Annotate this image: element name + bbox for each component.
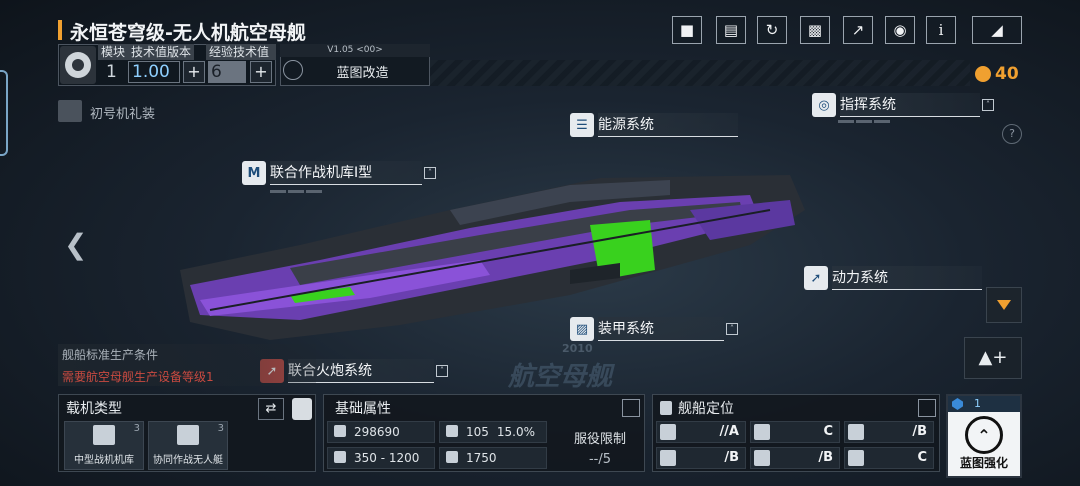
module-gear-icon[interactable] xyxy=(60,46,96,84)
anti-ship-icon xyxy=(660,424,676,440)
carrier-type-title: 载机类型 xyxy=(66,401,122,417)
base-attributes-title: 基础属性 xyxy=(335,401,391,417)
mobility-icon xyxy=(848,450,864,466)
currency-display: 40 xyxy=(975,64,1019,84)
blueprint-modify-icon xyxy=(283,60,303,80)
header-stripe-decoration xyxy=(430,60,970,86)
artillery-upgrade-icon: ˄ xyxy=(436,365,448,377)
ship-title: 永恒苍穹级-无人机航空母舰 xyxy=(70,22,306,44)
defense-shield-icon xyxy=(754,450,770,466)
hp-shield-icon xyxy=(334,425,346,437)
side-drawer-edge[interactable] xyxy=(0,70,8,156)
carrier-label: 协同作战无人艇 xyxy=(153,455,223,466)
coin-icon xyxy=(975,66,991,82)
energy-list-icon: ☰ xyxy=(570,113,594,137)
watermark-ship-type: 航空母舰 xyxy=(508,362,613,392)
service-limit-label: 服役限制 xyxy=(573,432,626,447)
blueprint-version: V1.05 <00> xyxy=(280,44,430,57)
hp-attribute: 298690 xyxy=(327,421,435,443)
module-label: 模块 xyxy=(98,44,129,60)
command-level-bars xyxy=(838,120,890,123)
hangar-module-icon: M xyxy=(242,161,266,185)
armor-shield-icon: ▨ xyxy=(570,317,594,341)
carrier-count: 3 xyxy=(217,423,224,434)
carrier-label: 中型战机机库 xyxy=(74,455,134,466)
armor-system-label[interactable]: ▨ 装甲系统 ˄ xyxy=(570,316,738,342)
ship-role-title: 舰船定位 xyxy=(678,401,734,417)
fighter-hangar-icon xyxy=(93,425,115,445)
speed-attribute: 105 15.0% xyxy=(439,421,547,443)
carrier-count: 3 xyxy=(133,423,140,434)
production-title: 舰船标准生产条件 xyxy=(62,348,159,362)
enhance-count: 1 xyxy=(974,397,981,410)
command-radar-icon: ◎ xyxy=(812,93,836,117)
currency-value: 40 xyxy=(995,64,1019,84)
paint-scheme-icon[interactable] xyxy=(58,100,82,122)
hangar-upgrade-icon: ˄ xyxy=(424,167,436,179)
speed-icon xyxy=(446,425,458,437)
enhance-label: 蓝图强化 xyxy=(959,456,1008,470)
anti-air-icon xyxy=(754,424,770,440)
collapse-triangle-icon xyxy=(997,300,1011,310)
info-icon[interactable]: i xyxy=(926,16,956,44)
power-system-label[interactable]: ➚ 动力系统 xyxy=(804,265,982,291)
warp-icon xyxy=(446,451,458,463)
video-icon[interactable]: ■ xyxy=(672,16,702,44)
enhance-chevron-icon: ⌃ xyxy=(965,416,1003,454)
carrier-card-drone-boat[interactable]: 3 协同作战无人艇 xyxy=(148,421,228,470)
tech-version-label: 技术值版本 xyxy=(128,44,195,60)
shield-filter-icon[interactable] xyxy=(292,398,312,420)
collapse-button[interactable] xyxy=(986,287,1022,323)
paint-scheme-label[interactable]: 初号机礼装 xyxy=(90,103,155,122)
power-engine-icon: ➚ xyxy=(804,266,828,290)
hangar-system-label[interactable]: M 联合作战机库I型 ˄ xyxy=(242,160,436,186)
hangar-level-bars xyxy=(270,190,322,193)
view-icon[interactable]: ◉ xyxy=(885,16,915,44)
exp-tech-value: 6 xyxy=(208,61,246,83)
title-accent-bar xyxy=(58,20,62,40)
attributes-expand-icon[interactable] xyxy=(622,399,640,417)
role-rating-support: /B xyxy=(656,447,746,469)
share-icon[interactable]: ↗ xyxy=(843,16,873,44)
previous-ship-arrow-icon[interactable]: ❮ xyxy=(64,228,87,261)
exp-tech-label: 经验技术值 xyxy=(206,44,276,60)
energy-system-label[interactable]: ☰ 能源系统 xyxy=(570,112,738,138)
role-rating-mobility: C xyxy=(844,447,934,469)
carrier-card-medium-fighter[interactable]: 3 中型战机机库 xyxy=(64,421,144,470)
range-icon xyxy=(334,451,346,463)
warp-attribute: 1750 xyxy=(439,447,547,469)
help-icon[interactable]: ? xyxy=(1002,124,1022,144)
range-attribute: 350 - 1200 xyxy=(327,447,435,469)
paint-spray-icon[interactable]: ▩ xyxy=(800,16,830,44)
module-value: 1 xyxy=(106,62,117,82)
blueprint-list-icon[interactable]: ▤ xyxy=(716,16,746,44)
back-icon[interactable]: ◢ xyxy=(972,16,1022,44)
role-expand-icon[interactable] xyxy=(918,399,936,417)
role-rating-anti-ship: //A xyxy=(656,421,746,443)
add-module-button[interactable]: ▲+ xyxy=(964,337,1022,379)
tech-version-plus-button[interactable]: + xyxy=(183,61,205,83)
role-rating-defense: /B xyxy=(750,447,840,469)
blueprint-modify-label: 蓝图改造 xyxy=(336,66,389,81)
role-rating-anti-air: C xyxy=(750,421,840,443)
exp-tech-plus-button[interactable]: + xyxy=(250,61,272,83)
service-limit-value: --/5 xyxy=(588,452,612,467)
production-requirement: 需要航空母舰生产设备等级1 xyxy=(62,370,214,384)
tech-version-value: 1.00 xyxy=(128,61,180,83)
watermark-year: 2010 xyxy=(562,342,593,355)
role-rating-siege: /B xyxy=(844,421,934,443)
role-icon xyxy=(660,401,672,415)
drone-boat-icon xyxy=(177,425,199,445)
swap-icon[interactable]: ⇄ xyxy=(258,398,284,420)
armor-upgrade-icon: ˄ xyxy=(726,323,738,335)
siege-icon xyxy=(848,424,864,440)
command-system-label[interactable]: ◎ 指挥系统 ˄ xyxy=(812,92,994,118)
refresh-icon[interactable]: ↻ xyxy=(757,16,787,44)
support-icon xyxy=(660,450,676,466)
command-upgrade-icon: ˄ xyxy=(982,99,994,111)
